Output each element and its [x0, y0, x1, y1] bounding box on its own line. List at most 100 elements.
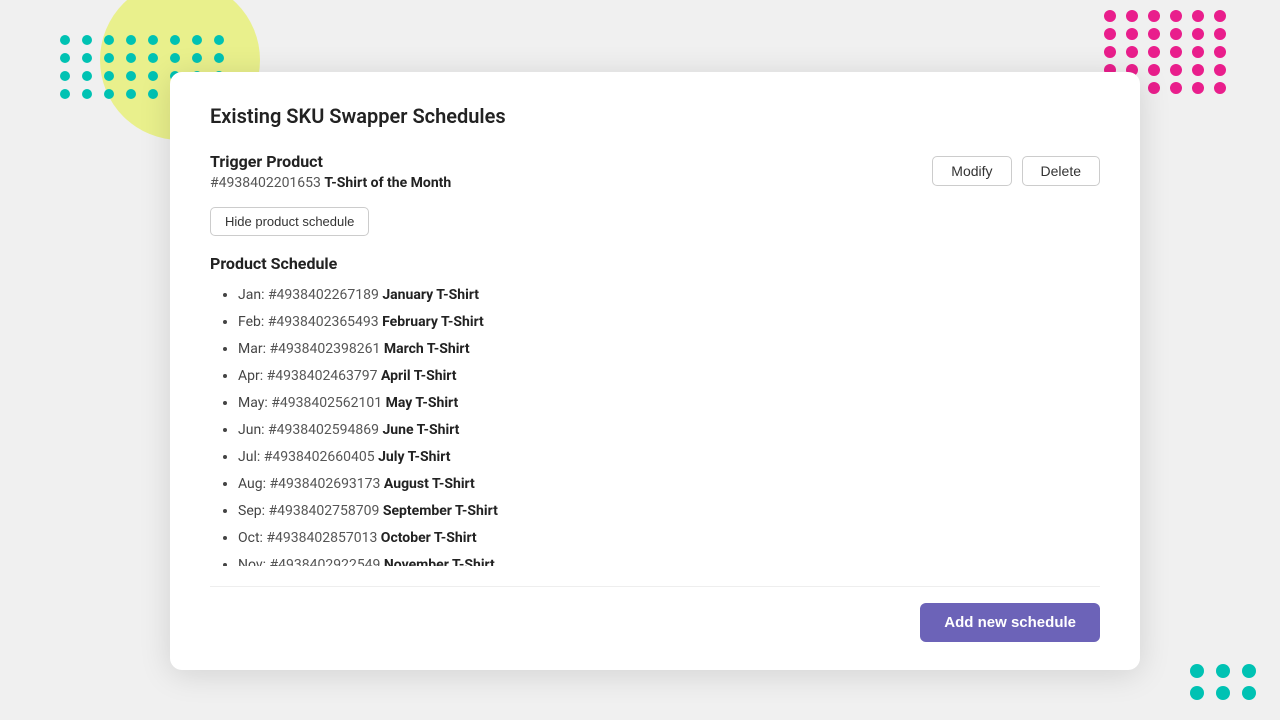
dot: [1214, 10, 1226, 22]
dot: [1170, 82, 1182, 94]
trigger-sku-id: #4938402201653: [210, 175, 321, 191]
dot: [1192, 28, 1204, 40]
delete-button[interactable]: Delete: [1022, 156, 1100, 186]
dot: [1242, 686, 1256, 700]
add-new-schedule-button[interactable]: Add new schedule: [920, 603, 1100, 642]
hide-product-schedule-button[interactable]: Hide product schedule: [210, 207, 369, 236]
teal-dots-bottomright: [1190, 664, 1260, 700]
schedule-item-name: April T-Shirt: [381, 368, 457, 384]
dot: [126, 35, 136, 45]
dot: [126, 53, 136, 63]
dot: [60, 89, 70, 99]
schedule-sku: #4938402365493: [268, 314, 382, 330]
schedule-month: Jan:: [238, 287, 268, 303]
schedule-month: Sep:: [238, 503, 268, 519]
dot: [1148, 46, 1160, 58]
dot: [170, 53, 180, 63]
schedule-item-name: August T-Shirt: [384, 476, 475, 492]
list-item: Feb: #4938402365493 February T-Shirt: [238, 312, 1100, 333]
schedule-item-name: October T-Shirt: [381, 530, 477, 546]
list-item: Jun: #4938402594869 June T-Shirt: [238, 420, 1100, 441]
schedule-sku: #4938402463797: [267, 368, 381, 384]
dot: [148, 71, 158, 81]
schedule-month: Feb:: [238, 314, 268, 330]
schedule-item-name: February T-Shirt: [382, 314, 484, 330]
dot: [1242, 664, 1256, 678]
schedule-item-name: June T-Shirt: [382, 422, 459, 438]
schedule-sku: #4938402594869: [268, 422, 382, 438]
schedule-month: Oct:: [238, 530, 266, 546]
dot: [60, 35, 70, 45]
dot: [1192, 64, 1204, 76]
schedule-item-name: September T-Shirt: [383, 503, 498, 519]
dot: [1126, 46, 1138, 58]
schedule-sku: #4938402758709: [268, 503, 382, 519]
list-item: Aug: #4938402693173 August T-Shirt: [238, 474, 1100, 495]
dot: [192, 53, 202, 63]
dot: [82, 71, 92, 81]
dot: [1170, 46, 1182, 58]
dot: [104, 71, 114, 81]
dot: [148, 53, 158, 63]
dot: [1170, 64, 1182, 76]
schedule-sku: #4938402267189: [268, 287, 382, 303]
dot: [192, 35, 202, 45]
schedule-item-name: May T-Shirt: [386, 395, 459, 411]
trigger-product-id: #4938402201653 T-Shirt of the Month: [210, 175, 451, 191]
dot: [60, 53, 70, 63]
dot: [1170, 28, 1182, 40]
list-item: Jul: #4938402660405 July T-Shirt: [238, 447, 1100, 468]
modal-card: Existing SKU Swapper Schedules Trigger P…: [170, 72, 1140, 670]
dot: [1214, 64, 1226, 76]
schedule-month: Jun:: [238, 422, 268, 438]
dot: [1148, 10, 1160, 22]
schedule-month: Jul:: [238, 449, 264, 465]
dot: [1214, 82, 1226, 94]
trigger-section: Trigger Product #4938402201653 T-Shirt o…: [210, 152, 1100, 191]
dot: [126, 89, 136, 99]
schedule-sku: #4938402693173: [270, 476, 384, 492]
dot: [1104, 28, 1116, 40]
schedule-item-name: March T-Shirt: [384, 341, 470, 357]
schedule-month: Aug:: [238, 476, 270, 492]
dot: [148, 89, 158, 99]
list-item: Mar: #4938402398261 March T-Shirt: [238, 339, 1100, 360]
schedule-item-name: January T-Shirt: [382, 287, 479, 303]
list-item: Nov: #4938402922549 November T-Shirt: [238, 555, 1100, 566]
dot: [1148, 82, 1160, 94]
schedule-month: Apr:: [238, 368, 267, 384]
dot: [148, 35, 158, 45]
dot: [214, 53, 224, 63]
list-item: Oct: #4938402857013 October T-Shirt: [238, 528, 1100, 549]
dot: [104, 89, 114, 99]
dot: [1214, 46, 1226, 58]
dot: [1148, 28, 1160, 40]
schedule-month: May:: [238, 395, 271, 411]
schedule-sku: #4938402857013: [266, 530, 380, 546]
schedule-item-name: July T-Shirt: [378, 449, 450, 465]
dot: [82, 89, 92, 99]
dot: [170, 35, 180, 45]
dot: [214, 35, 224, 45]
list-item: May: #4938402562101 May T-Shirt: [238, 393, 1100, 414]
dot: [1216, 664, 1230, 678]
dot: [104, 53, 114, 63]
schedule-list: Jan: #4938402267189 January T-Shirt Feb: …: [210, 285, 1100, 566]
dot: [1170, 10, 1182, 22]
schedule-item-name: November T-Shirt: [384, 557, 495, 566]
schedule-month: Nov:: [238, 557, 270, 566]
modify-button[interactable]: Modify: [932, 156, 1011, 186]
dot: [126, 71, 136, 81]
dot: [1104, 10, 1116, 22]
modal-title: Existing SKU Swapper Schedules: [210, 104, 1100, 128]
dot: [1192, 46, 1204, 58]
trigger-label: Trigger Product: [210, 152, 451, 171]
dot: [1192, 10, 1204, 22]
dot: [1192, 82, 1204, 94]
dot: [1148, 64, 1160, 76]
dot: [1190, 686, 1204, 700]
schedule-sku: #4938402562101: [271, 395, 385, 411]
modal-footer: Add new schedule: [210, 586, 1100, 642]
trigger-product-name: T-Shirt of the Month: [324, 175, 451, 191]
schedule-sku: #4938402922549: [270, 557, 384, 566]
